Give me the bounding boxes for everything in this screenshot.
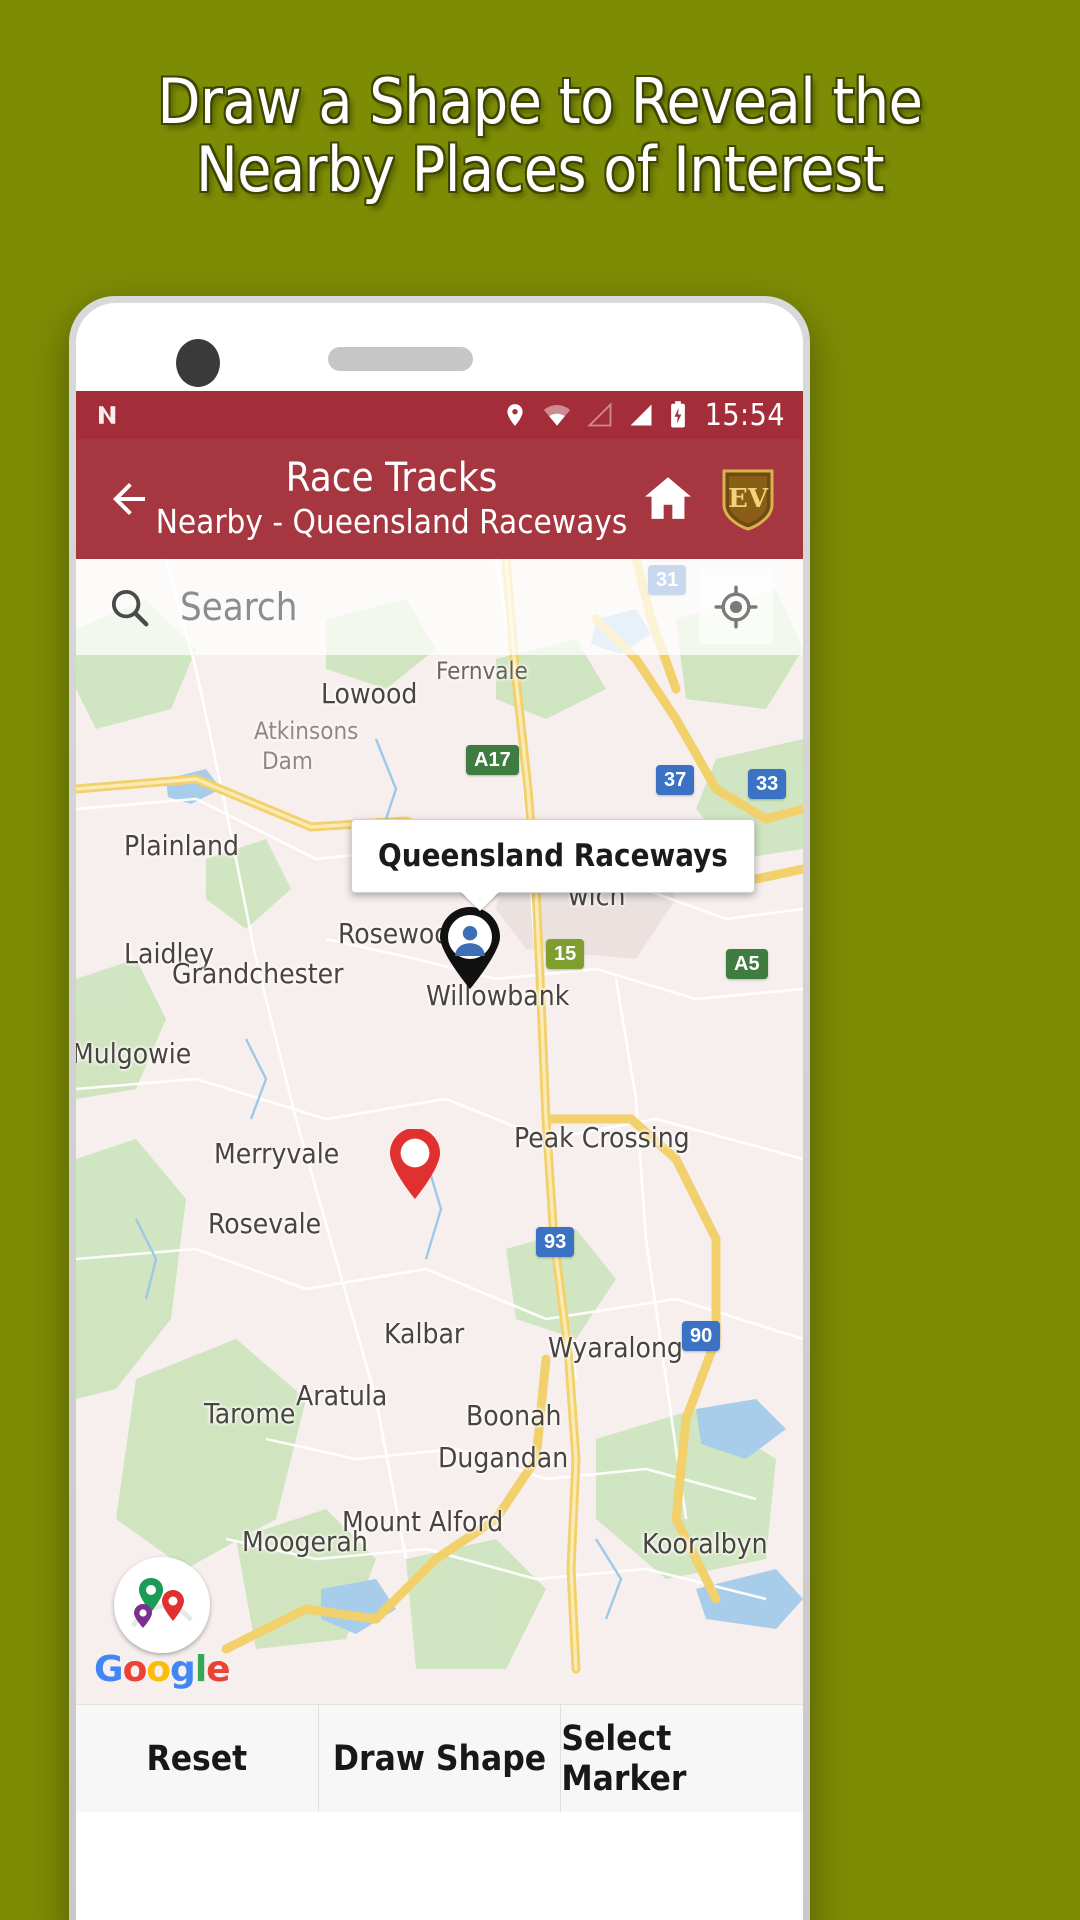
highway-shield: A17 bbox=[466, 745, 519, 775]
map-label: Mulgowie bbox=[76, 1037, 192, 1070]
phone-screen: 15:54 Race Tracks Nearby - Queensland Ra… bbox=[76, 303, 803, 1920]
app-bar-titles: Race Tracks Nearby - Queensland Raceways bbox=[150, 457, 633, 540]
highway-shield: 90 bbox=[682, 1321, 721, 1351]
highway-shield: 33 bbox=[748, 769, 787, 799]
highway-shield: 15 bbox=[546, 939, 585, 969]
map-label: Atkinsons bbox=[254, 717, 359, 745]
status-bar: 15:54 bbox=[76, 391, 803, 439]
highway-shield: 93 bbox=[536, 1227, 575, 1257]
map-label: Dam bbox=[262, 747, 313, 775]
wifi-icon bbox=[541, 400, 573, 430]
my-location-button[interactable] bbox=[699, 570, 773, 644]
google-maps-badge-icon bbox=[113, 1557, 210, 1653]
signal-empty-icon bbox=[586, 400, 614, 430]
info-window-title: Queensland Raceways bbox=[378, 838, 728, 874]
person-marker[interactable] bbox=[434, 907, 506, 996]
place-marker[interactable] bbox=[386, 1127, 444, 1206]
google-attribution[interactable]: Google bbox=[94, 1557, 231, 1690]
map-label: Peak Crossing bbox=[514, 1121, 690, 1154]
map-label: Aratula bbox=[296, 1379, 388, 1412]
page-subtitle: Nearby - Queensland Raceways bbox=[155, 501, 628, 541]
shield-logo-icon: EV bbox=[722, 469, 774, 531]
battery-charging-icon bbox=[668, 400, 688, 430]
map-area[interactable]: Atkinsons Dam Fernvale Lowood Plainland … bbox=[76, 559, 803, 1704]
map-label: Plainland bbox=[124, 829, 239, 862]
select-marker-button[interactable]: Select Marker bbox=[560, 1705, 803, 1812]
location-icon bbox=[502, 400, 528, 430]
promo-headline-line1: Draw a Shape to Reveal the bbox=[157, 65, 923, 138]
app-bar: Race Tracks Nearby - Queensland Raceways… bbox=[76, 439, 803, 559]
phone-bottom-filler bbox=[76, 1812, 803, 1832]
draw-shape-button[interactable]: Draw Shape bbox=[317, 1705, 561, 1812]
page-title: Race Tracks bbox=[285, 455, 498, 502]
my-location-icon bbox=[714, 585, 758, 629]
search-icon bbox=[106, 584, 152, 630]
home-button[interactable] bbox=[633, 464, 703, 534]
search-input[interactable] bbox=[152, 585, 699, 629]
front-camera-icon bbox=[176, 339, 220, 387]
map-label: Fernvale bbox=[436, 657, 528, 685]
home-icon bbox=[645, 477, 691, 519]
brand-logo-button[interactable]: EV bbox=[715, 464, 781, 534]
promo-headline-line2: Nearby Places of Interest bbox=[195, 133, 885, 207]
reset-button[interactable]: Reset bbox=[76, 1705, 318, 1812]
map-label: Kooralbyn bbox=[642, 1527, 768, 1560]
map-label: Moogerah bbox=[242, 1525, 368, 1558]
info-window[interactable]: Queensland Raceways bbox=[351, 819, 755, 893]
promo-headline: Draw a Shape to Reveal the Nearby Places… bbox=[0, 65, 1080, 207]
map-label: Merryvale bbox=[214, 1137, 340, 1170]
highway-shield: 37 bbox=[656, 765, 695, 795]
signal-full-icon bbox=[627, 400, 655, 430]
highway-shield: A5 bbox=[726, 949, 768, 979]
google-wordmark: Google bbox=[94, 1649, 231, 1690]
back-arrow-icon bbox=[113, 483, 145, 515]
svg-text:EV: EV bbox=[728, 484, 769, 514]
map-label: Wyaralong bbox=[548, 1331, 683, 1364]
map-label: Lowood bbox=[321, 677, 418, 710]
earpiece-speaker-icon bbox=[328, 347, 473, 371]
map-label: Dugandan bbox=[438, 1441, 569, 1474]
phone-top-chrome bbox=[76, 303, 803, 391]
map-label: Grandchester bbox=[172, 957, 344, 990]
status-bar-clock: 15:54 bbox=[704, 397, 785, 433]
map-label: Kalbar bbox=[384, 1317, 465, 1350]
map-label: Boonah bbox=[466, 1399, 562, 1432]
search-bar[interactable] bbox=[76, 559, 803, 655]
map-label: Tarome bbox=[204, 1397, 296, 1430]
android-n-logo-icon bbox=[94, 400, 124, 430]
bottom-action-bar: Reset Draw Shape Select Marker bbox=[76, 1704, 803, 1812]
phone-device-frame: 15:54 Race Tracks Nearby - Queensland Ra… bbox=[69, 296, 810, 1920]
map-label: Rosevale bbox=[208, 1207, 322, 1240]
